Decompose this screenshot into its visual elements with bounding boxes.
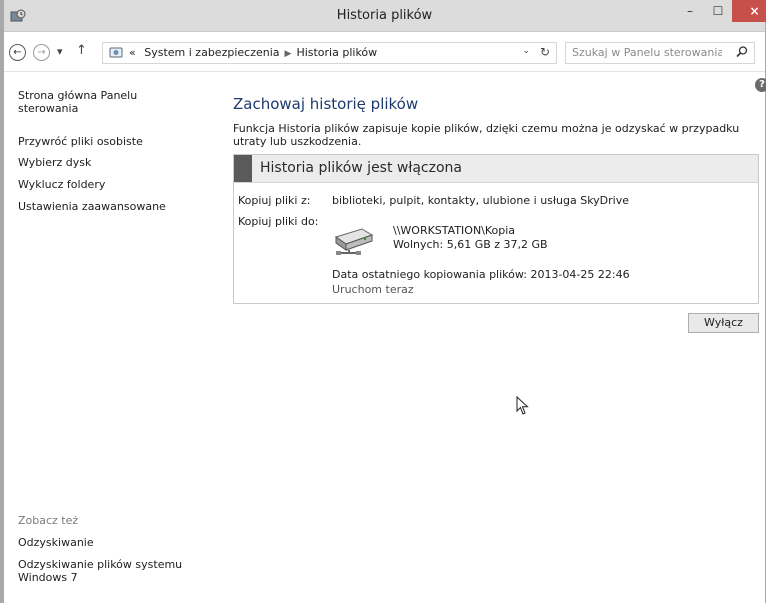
back-button[interactable]: ← bbox=[9, 44, 26, 61]
up-button[interactable]: ↑ bbox=[76, 43, 87, 58]
breadcrumb-system-security[interactable]: System i zabezpieczenia bbox=[139, 46, 279, 59]
see-also-label: Zobacz też bbox=[18, 514, 79, 527]
control-panel-icon bbox=[109, 47, 123, 58]
sidebar-item-restore-files[interactable]: Przywróć pliki osobiste bbox=[18, 135, 143, 148]
mouse-pointer-icon bbox=[516, 396, 529, 415]
drive-free-space: Wolnych: 5,61 GB z 37,2 GB bbox=[393, 238, 548, 251]
last-backup-date: Data ostatniego kopiowania plików: 2013-… bbox=[332, 268, 630, 281]
close-button[interactable]: × bbox=[732, 0, 766, 22]
search-icon[interactable] bbox=[735, 45, 749, 59]
search-input[interactable] bbox=[572, 46, 722, 59]
minimize-button[interactable]: – bbox=[676, 0, 704, 22]
network-drive-icon bbox=[334, 228, 374, 255]
sidebar-item-select-drive[interactable]: Wybierz dysk bbox=[18, 156, 91, 169]
address-dropdown-button[interactable]: ⌄ bbox=[522, 46, 530, 56]
search-box bbox=[565, 42, 755, 64]
breadcrumb-prefix[interactable]: « bbox=[129, 46, 136, 59]
copy-to-label: Kopiuj pliki do: bbox=[238, 215, 319, 228]
breadcrumb-separator-icon: ▶ bbox=[284, 49, 292, 59]
copy-from-value: biblioteki, pulpit, kontakty, ulubione i… bbox=[332, 194, 630, 207]
status-title: Historia plików jest włączona bbox=[260, 160, 462, 176]
address-bar: ← → ▾ ↑ « System i zabezpieczenia ▶ Histor… bbox=[4, 33, 765, 72]
breadcrumb: « System i zabezpieczenia ▶ Historia plikó… bbox=[129, 46, 377, 59]
maximize-button[interactable]: ☐ bbox=[704, 0, 732, 22]
page-title: Zachowaj historię plików bbox=[233, 95, 419, 113]
copy-from-label: Kopiuj pliki z: bbox=[238, 194, 311, 207]
sidebar-item-home[interactable]: Strona główna Panelu sterowania bbox=[18, 89, 188, 115]
status-panel-header: Historia plików jest włączona bbox=[234, 155, 758, 183]
refresh-button[interactable]: ↻ bbox=[540, 45, 550, 59]
help-icon[interactable]: ? bbox=[755, 78, 766, 92]
forward-button[interactable]: → bbox=[33, 44, 50, 61]
sidebar-item-advanced-settings[interactable]: Ustawienia zaawansowane bbox=[18, 200, 166, 213]
recent-locations-button[interactable]: ▾ bbox=[57, 45, 63, 58]
turn-off-button[interactable]: Wyłącz bbox=[688, 313, 759, 333]
drive-path: \\WORKSTATION\Kopia bbox=[393, 224, 516, 237]
breadcrumb-file-history[interactable]: Historia plików bbox=[296, 46, 377, 59]
run-now-link[interactable]: Uruchom teraz bbox=[332, 283, 414, 296]
see-also-recovery[interactable]: Odzyskiwanie bbox=[18, 536, 94, 549]
status-indicator bbox=[234, 155, 252, 182]
page-description: Funkcja Historia plików zapisuje kopie p… bbox=[233, 122, 740, 148]
address-box[interactable]: « System i zabezpieczenia ▶ Historia plikó… bbox=[102, 42, 557, 64]
close-icon: × bbox=[749, 4, 760, 18]
title-bar: Historia plików – ☐ × bbox=[4, 0, 766, 32]
sidebar-item-exclude-folders[interactable]: Wyklucz foldery bbox=[18, 178, 105, 191]
file-history-window: Historia plików – ☐ × ← → ▾ ↑ « System i… bbox=[0, 0, 766, 603]
see-also-windows7-recovery[interactable]: Odzyskiwanie plików systemu Windows 7 bbox=[18, 558, 203, 584]
window-title: Historia plików bbox=[336, 8, 433, 23]
status-panel: Historia plików jest włączona Kopiuj pli… bbox=[233, 154, 759, 304]
